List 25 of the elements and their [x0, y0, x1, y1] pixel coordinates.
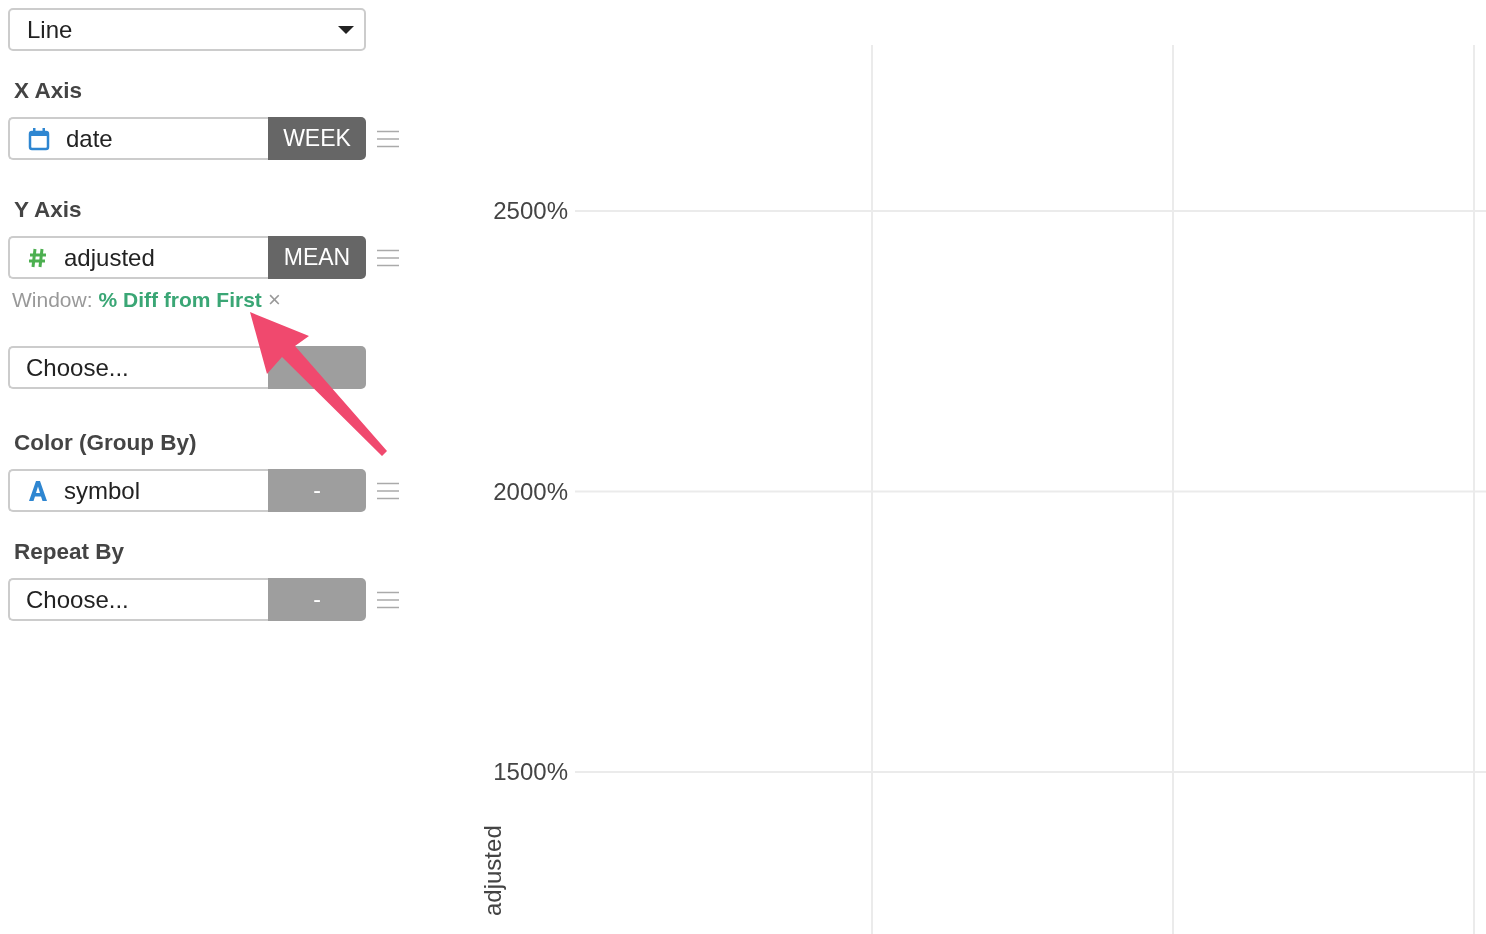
section-title: Repeat By	[14, 538, 125, 565]
aggregate-button[interactable]: MEAN	[268, 236, 366, 279]
section-title: X Axis	[14, 77, 82, 104]
field-dropdown[interactable]: Choose...	[8, 346, 268, 389]
y-tick-label: 1500%	[493, 758, 568, 785]
caret-icon	[338, 25, 354, 34]
field-dropdown[interactable]: date	[8, 117, 268, 160]
menu-icon[interactable]	[377, 481, 399, 500]
chart-type-dropdown[interactable]: Line	[8, 8, 366, 51]
field-dropdown[interactable]: Choose...	[8, 578, 268, 621]
field-dropdown[interactable]: adjusted	[8, 236, 268, 279]
section-title: Y Axis	[14, 196, 82, 223]
y-tick-label: 2500%	[493, 197, 568, 224]
menu-icon[interactable]	[377, 248, 399, 267]
field-dropdown[interactable]: symbol	[8, 469, 268, 512]
y-tick-label: 2000%	[493, 477, 568, 505]
section-title: Color (Group By)	[14, 429, 197, 456]
menu-icon[interactable]	[377, 129, 399, 148]
menu-icon[interactable]	[377, 590, 399, 609]
aggregate-button[interactable]: WEEK	[268, 117, 366, 160]
calendar-icon	[28, 126, 50, 151]
y-axis-title: adjusted	[479, 825, 506, 916]
hash-icon	[28, 246, 48, 269]
letter-a-icon	[28, 479, 48, 502]
window-label: Window:	[12, 288, 93, 312]
